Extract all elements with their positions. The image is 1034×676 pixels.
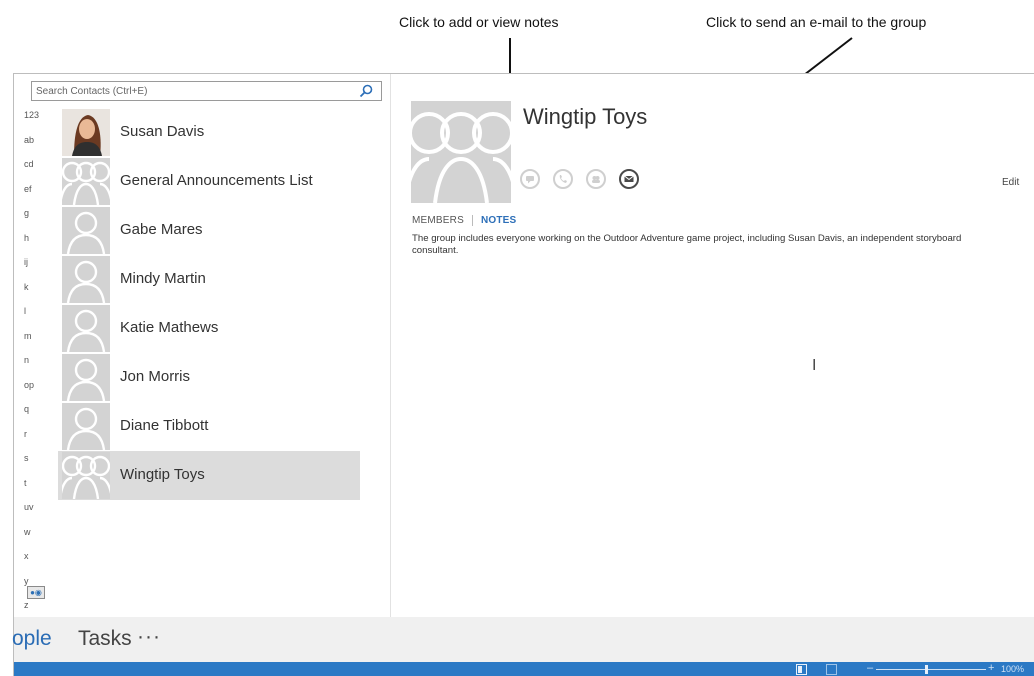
callout-email-label: Click to send an e-mail to the group (706, 14, 927, 30)
person-placeholder-icon (62, 354, 110, 401)
person-placeholder-icon (62, 256, 110, 303)
search-input[interactable] (32, 82, 354, 100)
index-letter[interactable]: q (24, 404, 52, 429)
nav-more-button[interactable]: ··· (137, 625, 161, 649)
status-bar: – + 100% (14, 662, 1034, 676)
tab-notes[interactable]: NOTES (481, 215, 516, 226)
index-letter[interactable]: r (24, 429, 52, 454)
index-letter[interactable]: n (24, 355, 52, 380)
contact-name: Susan Davis (120, 123, 205, 140)
contact-row[interactable]: Diane Tibbott (58, 402, 360, 451)
contact-row[interactable]: Jon Morris (58, 353, 360, 402)
text-cursor-icon: I (812, 356, 817, 374)
zoom-slider-thumb[interactable] (925, 665, 928, 674)
index-letter[interactable]: ij (24, 257, 52, 282)
nav-people[interactable]: ople (12, 627, 52, 651)
tab-separator (471, 215, 473, 226)
contact-name: Mindy Martin (120, 270, 206, 287)
person-photo-icon (62, 109, 110, 156)
contact-row[interactable]: Katie Mathews (58, 304, 360, 353)
alphabet-index: 123 ab cd ef g h ij k l m n op q r s t u… (24, 110, 52, 625)
edit-link[interactable]: Edit (1002, 177, 1019, 188)
contact-row[interactable]: Mindy Martin (58, 255, 360, 304)
zoom-in-button[interactable]: + (988, 662, 994, 674)
contact-name: General Announcements List (120, 172, 313, 189)
index-letter[interactable]: ab (24, 135, 52, 160)
contact-row[interactable]: General Announcements List (58, 157, 360, 206)
contact-name: Diane Tibbott (120, 417, 209, 434)
contact-name: Katie Mathews (120, 319, 219, 336)
contact-actions (520, 169, 639, 189)
detail-contact-name: Wingtip Toys (523, 104, 648, 129)
contact-name: Wingtip Toys (120, 466, 205, 483)
contact-name: Jon Morris (120, 368, 191, 385)
index-letter[interactable]: w (24, 527, 52, 552)
navigation-bar: ople Tasks ··· (12, 617, 1034, 662)
call-icon (553, 169, 573, 189)
detail-tabs: MEMBERS NOTES (412, 215, 516, 226)
zoom-level[interactable]: 100% (1001, 664, 1024, 674)
index-letter[interactable]: s (24, 453, 52, 478)
people-app-window: 123 ab cd ef g h ij k l m n op q r s t u… (12, 73, 1034, 676)
search-box[interactable] (31, 81, 382, 101)
search-icon[interactable] (359, 84, 373, 98)
nav-tasks[interactable]: Tasks (78, 627, 132, 651)
index-letter[interactable]: m (24, 331, 52, 356)
zoom-out-button[interactable]: – (867, 662, 873, 674)
index-letter[interactable]: l (24, 306, 52, 331)
group-placeholder-icon (62, 452, 110, 499)
meeting-icon (586, 169, 606, 189)
normal-view-icon[interactable] (796, 664, 807, 675)
contact-name: Gabe Mares (120, 221, 203, 238)
index-letter[interactable]: 123 (24, 110, 52, 135)
person-placeholder-icon (62, 403, 110, 450)
pane-divider (390, 74, 391, 617)
contact-row[interactable]: Gabe Mares (58, 206, 360, 255)
index-letter[interactable]: h (24, 233, 52, 258)
index-letter[interactable]: op (24, 380, 52, 405)
tab-members[interactable]: MEMBERS (412, 215, 464, 226)
index-letter[interactable]: ef (24, 184, 52, 209)
contact-row-selected[interactable]: Wingtip Toys (58, 451, 360, 500)
group-placeholder-icon (411, 101, 511, 203)
index-letter[interactable]: g (24, 208, 52, 233)
index-letter[interactable]: k (24, 282, 52, 307)
notes-text[interactable]: The group includes everyone working on t… (412, 233, 972, 257)
index-letter[interactable]: uv (24, 502, 52, 527)
person-placeholder-icon (62, 305, 110, 352)
im-icon (520, 169, 540, 189)
index-letter[interactable]: t (24, 478, 52, 503)
index-letter[interactable]: x (24, 551, 52, 576)
reading-view-icon[interactable] (826, 664, 837, 675)
index-letter[interactable]: cd (24, 159, 52, 184)
callout-notes-label: Click to add or view notes (399, 14, 559, 30)
contact-card-icon[interactable]: ●◉ (27, 586, 45, 599)
email-icon[interactable] (619, 169, 639, 189)
contact-list: Susan Davis General Announcements List G… (58, 108, 360, 500)
group-placeholder-icon (62, 158, 110, 205)
person-placeholder-icon (62, 207, 110, 254)
zoom-slider[interactable] (876, 669, 986, 670)
contact-row[interactable]: Susan Davis (58, 108, 360, 157)
